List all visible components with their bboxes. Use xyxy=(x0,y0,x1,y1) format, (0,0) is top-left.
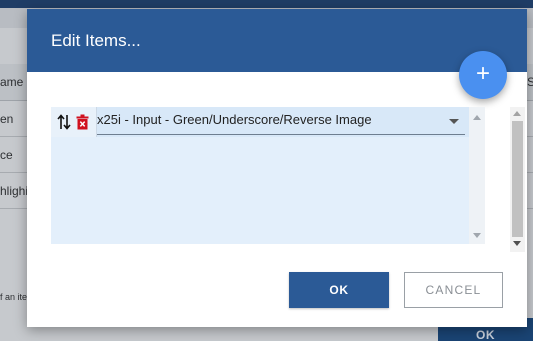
plus-icon: + xyxy=(475,60,490,87)
background-footnote: f an ite xyxy=(0,292,28,302)
scroll-up-icon[interactable] xyxy=(473,115,481,120)
cancel-button[interactable]: CANCEL xyxy=(404,272,503,308)
background-row-label: hlighi xyxy=(0,184,29,198)
background-column-header-right-label: S xyxy=(527,75,533,89)
dialog-header: Edit Items... xyxy=(27,9,527,72)
chevron-down-icon xyxy=(449,119,459,124)
add-item-button[interactable]: + xyxy=(459,51,507,99)
item-select[interactable]: x25i - Input - Green/Underscore/Reverse … xyxy=(97,110,465,135)
dialog-title: Edit Items... xyxy=(51,31,141,50)
scroll-down-icon[interactable] xyxy=(513,241,521,246)
item-select-value: x25i - Input - Green/Underscore/Reverse … xyxy=(97,112,372,127)
screen: ame S en ce hlighi f an ite OK Edit Item… xyxy=(0,0,533,341)
background-row-label: en xyxy=(0,112,14,126)
ok-button[interactable]: OK xyxy=(289,272,389,308)
items-list: x25i - Input - Green/Underscore/Reverse … xyxy=(51,107,485,244)
background-column-header-label: ame xyxy=(0,75,24,89)
list-item: x25i - Input - Green/Underscore/Reverse … xyxy=(51,107,485,137)
dialog-scrollbar[interactable] xyxy=(510,107,525,252)
trash-icon[interactable] xyxy=(76,114,89,130)
list-scrollbar[interactable] xyxy=(469,107,485,244)
scroll-up-icon[interactable] xyxy=(513,111,521,116)
scroll-down-icon[interactable] xyxy=(473,233,481,238)
row-tools xyxy=(51,107,97,137)
app-top-bar xyxy=(0,0,533,8)
scrollbar-thumb[interactable] xyxy=(512,121,523,237)
sort-arrows-icon[interactable] xyxy=(57,113,71,131)
edit-items-dialog: Edit Items... + x25i - Input - Green/Und… xyxy=(27,9,527,327)
background-row-label: ce xyxy=(0,148,13,162)
